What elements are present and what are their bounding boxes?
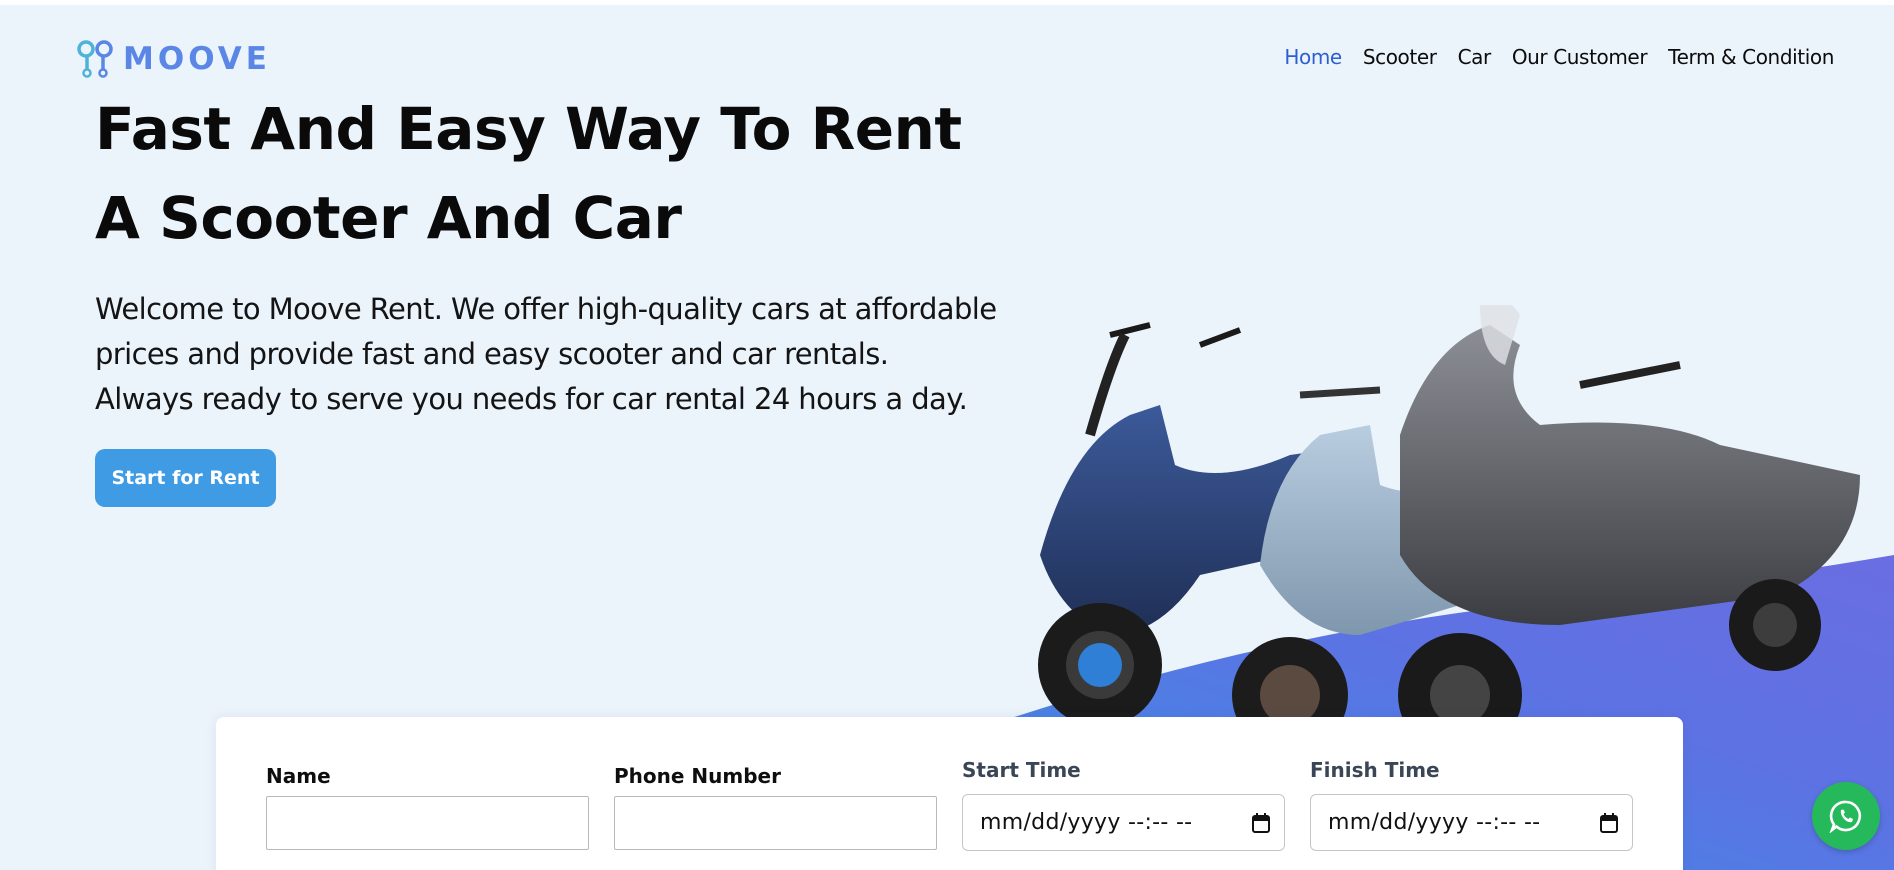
start-time-input[interactable]: mm/dd/yyyy --:-- --	[962, 794, 1285, 851]
start-time-field-group: Start Time mm/dd/yyyy --:-- --	[962, 758, 1285, 851]
brand-name: MOOVE	[123, 41, 271, 77]
finish-time-placeholder: mm/dd/yyyy --:-- --	[1328, 810, 1541, 835]
hero-description-line-2: prices and provide fast and easy scooter…	[95, 337, 889, 371]
moove-logo-icon	[77, 40, 113, 78]
hero-description-line-1: Welcome to Moove Rent. We offer high-qua…	[95, 292, 997, 326]
phone-field-group: Phone Number	[614, 764, 937, 850]
whatsapp-chat-button[interactable]	[1812, 782, 1880, 850]
main-nav: Home Scooter Car Our Customer Term & Con…	[1284, 45, 1834, 69]
booking-form: Name Phone Number Start Time mm/dd/yyyy …	[216, 717, 1683, 870]
hero-description: Welcome to Moove Rent. We offer high-qua…	[95, 287, 1095, 422]
nav-item-scooter[interactable]: Scooter	[1363, 45, 1437, 69]
hero-headline-line-1: Fast And Easy Way To Rent	[95, 95, 962, 163]
finish-time-label: Finish Time	[1310, 758, 1440, 782]
hero-headline-line-2: A Scooter And Car	[95, 184, 682, 252]
nav-item-our-customer[interactable]: Our Customer	[1512, 45, 1648, 69]
whatsapp-icon	[1829, 800, 1862, 833]
finish-time-input[interactable]: mm/dd/yyyy --:-- --	[1310, 794, 1633, 851]
phone-input[interactable]	[614, 796, 937, 850]
calendar-icon[interactable]	[1600, 812, 1618, 833]
phone-label: Phone Number	[614, 764, 781, 788]
name-field-group: Name	[266, 764, 589, 850]
name-label: Name	[266, 764, 331, 788]
finish-time-field-group: Finish Time mm/dd/yyyy --:-- --	[1310, 758, 1633, 851]
hero-headline: Fast And Easy Way To Rent A Scooter And …	[95, 85, 962, 263]
nav-item-terms[interactable]: Term & Condition	[1668, 45, 1834, 69]
name-input[interactable]	[266, 796, 589, 850]
hero-description-line-3: Always ready to serve you needs for car …	[95, 382, 968, 416]
start-time-placeholder: mm/dd/yyyy --:-- --	[980, 810, 1193, 835]
calendar-icon[interactable]	[1252, 812, 1270, 833]
start-time-label: Start Time	[962, 758, 1081, 782]
start-for-rent-button[interactable]: Start for Rent	[95, 449, 276, 507]
brand-logo[interactable]: MOOVE	[77, 40, 271, 78]
nav-item-home[interactable]: Home	[1284, 45, 1342, 69]
nav-item-car[interactable]: Car	[1458, 45, 1492, 69]
